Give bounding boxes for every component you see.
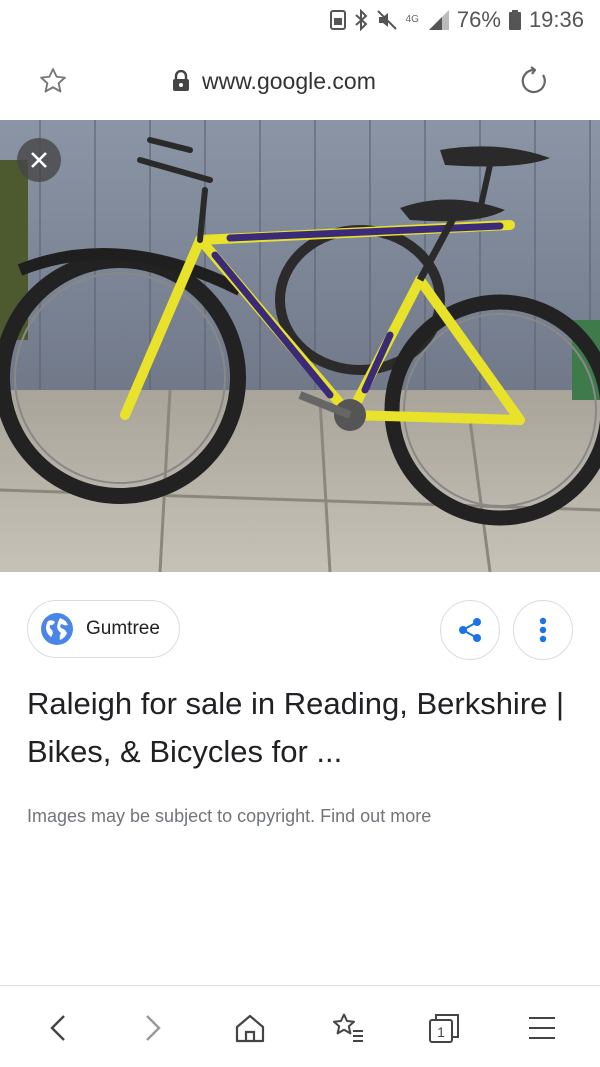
tab-count: 1 [437, 1024, 445, 1040]
bottom-nav: 1 [0, 985, 600, 1067]
status-bar: 4G 76% 19:36 [0, 0, 600, 40]
share-button[interactable] [440, 600, 500, 660]
home-button[interactable] [230, 1008, 270, 1048]
share-icon [459, 618, 481, 642]
forward-icon [146, 1015, 161, 1041]
clock: 19:36 [528, 7, 584, 32]
forward-button[interactable] [133, 1008, 173, 1048]
reload-button[interactable] [515, 62, 553, 100]
address-bar: www.google.com [0, 40, 600, 120]
bookmarks-icon [333, 1013, 363, 1042]
home-icon [235, 1014, 265, 1043]
back-icon [50, 1015, 65, 1041]
result-image[interactable] [0, 120, 600, 572]
battery-icon [508, 9, 521, 31]
copyright-notice: Images may be subject to copyright. Find… [27, 806, 431, 827]
globe-icon [41, 613, 73, 645]
menu-icon [529, 1017, 555, 1039]
reload-icon [521, 66, 546, 94]
network-type-label: 4G [405, 14, 419, 25]
sim-icon [329, 9, 346, 31]
bookmark-star-button[interactable] [36, 64, 70, 98]
mute-icon [376, 9, 398, 31]
tabs-icon: 1 [429, 1014, 459, 1043]
source-name: Gumtree [86, 618, 160, 639]
close-icon [31, 152, 47, 168]
star-icon [40, 68, 66, 93]
tabs-button[interactable]: 1 [424, 1008, 464, 1048]
bluetooth-icon [354, 9, 368, 31]
url-text: www.google.com [202, 67, 376, 94]
result-title[interactable]: Raleigh for sale in Reading, Berkshire |… [27, 680, 587, 776]
find-out-more-link[interactable]: Find out more [320, 806, 431, 826]
back-button[interactable] [38, 1008, 78, 1048]
more-vert-icon [539, 617, 547, 643]
close-image-button[interactable] [17, 138, 61, 182]
lock-icon [173, 70, 189, 91]
signal-icon [427, 9, 449, 31]
battery-percent: 76% [456, 7, 501, 32]
bike-photo [0, 120, 600, 572]
menu-button[interactable] [522, 1008, 562, 1048]
url-field[interactable]: www.google.com [172, 64, 376, 98]
more-options-button[interactable] [513, 600, 573, 660]
copyright-text: Images may be subject to copyright. [27, 806, 316, 826]
source-chip[interactable]: Gumtree [27, 600, 180, 658]
bookmarks-button[interactable] [328, 1008, 368, 1048]
